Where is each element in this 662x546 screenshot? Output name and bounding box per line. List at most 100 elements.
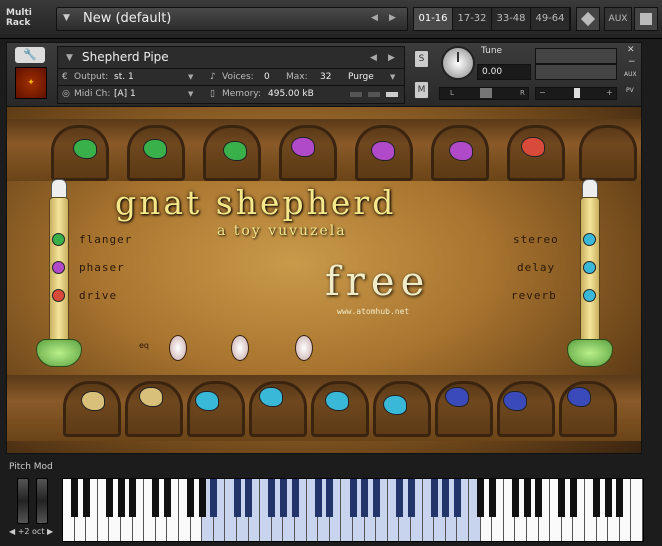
black-key[interactable] — [523, 479, 531, 517]
tab-49-64[interactable]: 49-64 — [531, 8, 570, 30]
black-key[interactable] — [268, 479, 276, 517]
black-key[interactable] — [105, 479, 113, 517]
black-key[interactable] — [233, 479, 241, 517]
black-key[interactable] — [453, 479, 461, 517]
stereo-toggle[interactable] — [583, 233, 596, 246]
phaser-toggle[interactable] — [52, 261, 65, 274]
black-key[interactable] — [430, 479, 438, 517]
keyboard-view-button[interactable] — [576, 7, 600, 31]
wrench-icon[interactable]: 🔧 — [15, 47, 45, 63]
blue-gem-button[interactable] — [445, 387, 469, 407]
black-key[interactable] — [117, 479, 125, 517]
tune-value[interactable]: 0.00 — [477, 64, 531, 80]
black-key[interactable] — [488, 479, 496, 517]
black-key[interactable] — [82, 479, 90, 517]
max-voices-value[interactable]: 32 — [320, 72, 331, 82]
cyan-gem-button[interactable] — [195, 391, 219, 411]
black-key[interactable] — [616, 479, 624, 517]
volume-handle[interactable] — [574, 88, 580, 98]
minimize-icon[interactable]: − — [628, 57, 636, 67]
black-key[interactable] — [71, 479, 79, 517]
output-value[interactable]: st. 1 — [114, 72, 134, 82]
tab-01-16[interactable]: 01-16 — [414, 8, 453, 30]
black-key[interactable] — [604, 479, 612, 517]
black-key[interactable] — [407, 479, 415, 517]
output-dropdown-icon[interactable]: ▼ — [188, 73, 193, 81]
purge-dropdown-icon[interactable]: ▼ — [390, 73, 395, 81]
black-key[interactable] — [569, 479, 577, 517]
tune-knob[interactable] — [441, 46, 475, 80]
blue-gem-button[interactable] — [567, 387, 591, 407]
close-icon[interactable]: ✕ — [627, 45, 635, 55]
green-gem-button[interactable] — [223, 141, 247, 161]
black-key[interactable] — [442, 479, 450, 517]
black-key[interactable] — [152, 479, 160, 517]
delay-toggle[interactable] — [583, 261, 596, 274]
cyan-gem-button[interactable] — [383, 395, 407, 415]
next-arrow-icon[interactable]: ▶ — [389, 13, 396, 23]
eq-high-knob[interactable] — [295, 335, 313, 361]
black-key[interactable] — [558, 479, 566, 517]
black-key[interactable] — [163, 479, 171, 517]
black-key[interactable] — [395, 479, 403, 517]
black-key[interactable] — [361, 479, 369, 517]
solo-button[interactable]: S — [414, 50, 429, 68]
black-key[interactable] — [372, 479, 380, 517]
black-key[interactable] — [198, 479, 206, 517]
instrument-name[interactable]: Shepherd Pipe — [82, 50, 169, 64]
mute-button[interactable]: M — [414, 81, 429, 99]
midi-channel-value[interactable]: [A] 1 — [114, 89, 136, 99]
midi-dropdown-icon[interactable]: ▼ — [188, 90, 193, 98]
close-rack-button[interactable] — [634, 7, 658, 31]
black-key[interactable] — [511, 479, 519, 517]
pan-slider[interactable]: L R — [439, 87, 529, 100]
flanger-toggle[interactable] — [52, 233, 65, 246]
green-gem-button[interactable] — [143, 139, 167, 159]
black-key[interactable] — [593, 479, 601, 517]
black-key[interactable] — [477, 479, 485, 517]
instrument-next-icon[interactable]: ▶ — [388, 53, 395, 63]
mod-wheel[interactable] — [36, 478, 48, 524]
aux-button[interactable]: AUX — [604, 7, 632, 31]
eq-low-knob[interactable] — [169, 335, 187, 361]
octave-up-icon[interactable]: ▶ — [47, 527, 53, 536]
volume-slider[interactable]: − + — [535, 87, 617, 100]
eq-mid-knob[interactable] — [231, 335, 249, 361]
pan-handle[interactable] — [480, 88, 492, 98]
drive-toggle[interactable] — [52, 289, 65, 302]
purple-gem-button[interactable] — [449, 141, 473, 161]
tab-17-32[interactable]: 17-32 — [453, 8, 492, 30]
green-gem-button[interactable] — [73, 139, 97, 159]
purge-menu[interactable]: Purge — [348, 72, 374, 82]
pv-toggle[interactable]: PV — [626, 87, 634, 94]
octave-selector[interactable]: ◀ +2 oct ▶ — [9, 527, 53, 536]
black-key[interactable] — [535, 479, 543, 517]
black-key[interactable] — [291, 479, 299, 517]
black-key[interactable] — [349, 479, 357, 517]
black-key[interactable] — [314, 479, 322, 517]
black-key[interactable] — [279, 479, 287, 517]
black-key[interactable] — [187, 479, 195, 517]
black-key[interactable] — [210, 479, 218, 517]
red-gem-button[interactable] — [521, 137, 545, 157]
aux-toggle[interactable]: AUX — [624, 71, 637, 78]
purple-gem-button[interactable] — [291, 137, 315, 157]
instrument-prev-icon[interactable]: ◀ — [370, 53, 377, 63]
black-key[interactable] — [245, 479, 253, 517]
preset-selector[interactable]: ▼ New (default) ◀ ▶ — [56, 7, 408, 31]
tab-33-48[interactable]: 33-48 — [492, 8, 531, 30]
prev-arrow-icon[interactable]: ◀ — [371, 13, 378, 23]
white-key[interactable] — [631, 479, 643, 541]
dropdown-arrow-icon[interactable]: ▼ — [63, 13, 70, 23]
instrument-dropdown-icon[interactable]: ▼ — [66, 53, 73, 63]
purple-gem-button[interactable] — [371, 141, 395, 161]
yellow-gem-button[interactable] — [81, 391, 105, 411]
pitch-wheel[interactable] — [17, 478, 29, 524]
reverb-toggle[interactable] — [583, 289, 596, 302]
cyan-gem-button[interactable] — [259, 387, 283, 407]
octave-down-icon[interactable]: ◀ — [9, 527, 15, 536]
piano-keyboard[interactable] — [62, 478, 644, 542]
blue-gem-button[interactable] — [503, 391, 527, 411]
black-key[interactable] — [129, 479, 137, 517]
yellow-gem-button[interactable] — [139, 387, 163, 407]
